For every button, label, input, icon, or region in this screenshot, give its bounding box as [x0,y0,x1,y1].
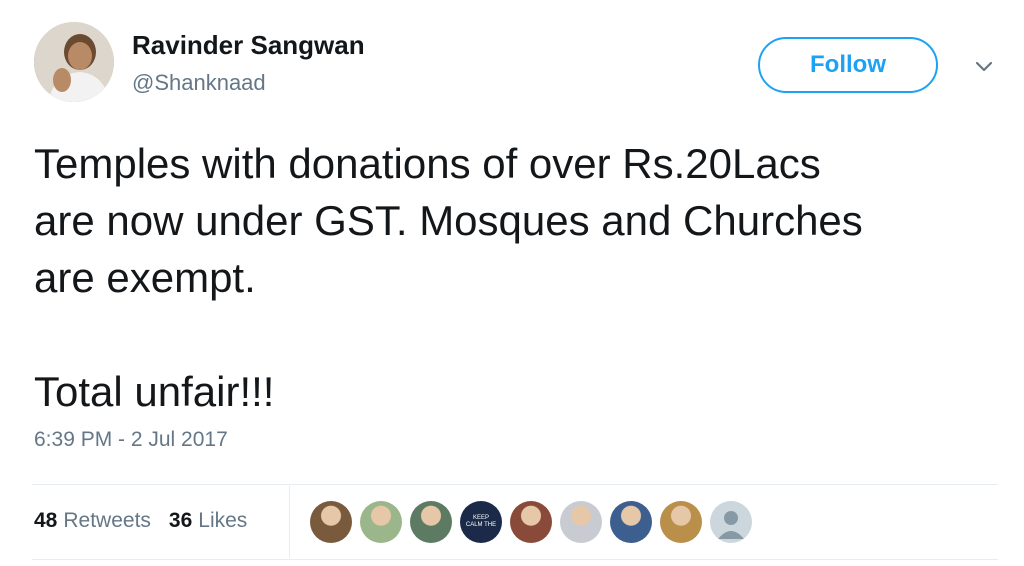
liker-avatar-6[interactable] [560,501,602,543]
retweets-stat[interactable]: 48 Retweets [34,509,151,533]
tweet-text-line: are exempt. [34,254,256,301]
liker-avatar-1[interactable] [310,501,352,543]
tweet-stats: 48 Retweets 36 Likes [34,509,247,533]
liker-avatar-9[interactable] [710,501,752,543]
likes-label: Likes [198,509,248,532]
tweet-text-line: Temples with donations of over Rs.20Lacs [34,140,821,187]
liker-avatar-7[interactable] [610,501,652,543]
follow-button[interactable]: Follow [758,37,938,93]
author-avatar[interactable] [34,22,114,102]
tweet-text: Temples with donations of over Rs.20Lacs… [34,135,994,420]
stats-separator [289,486,290,558]
tweet-card: Ravinder Sangwan @Shanknaad Follow Templ… [0,0,1024,566]
retweets-label: Retweets [63,509,151,532]
divider [32,559,998,560]
chevron-down-icon[interactable] [970,52,998,80]
liker-avatar-3[interactable] [410,501,452,543]
author-handle[interactable]: @Shanknaad [132,70,266,96]
likes-stat[interactable]: 36 Likes [169,509,247,533]
tweet-text-closing: Total unfair!!! [34,368,275,415]
liker-avatar-2[interactable] [360,501,402,543]
divider [32,484,998,485]
liker-avatar-8[interactable] [660,501,702,543]
retweets-count: 48 [34,509,58,532]
tweet-timestamp[interactable]: 6:39 PM - 2 Jul 2017 [34,428,228,452]
tweet-text-line: are now under GST. Mosques and Churches [34,197,863,244]
liker-avatar-4[interactable]: KEEP CALM THE [460,501,502,543]
liker-avatars: KEEP CALM THE [310,501,752,543]
liker-avatar-5[interactable] [510,501,552,543]
likes-count: 36 [168,509,193,532]
author-name[interactable]: Ravinder Sangwan [132,30,365,61]
